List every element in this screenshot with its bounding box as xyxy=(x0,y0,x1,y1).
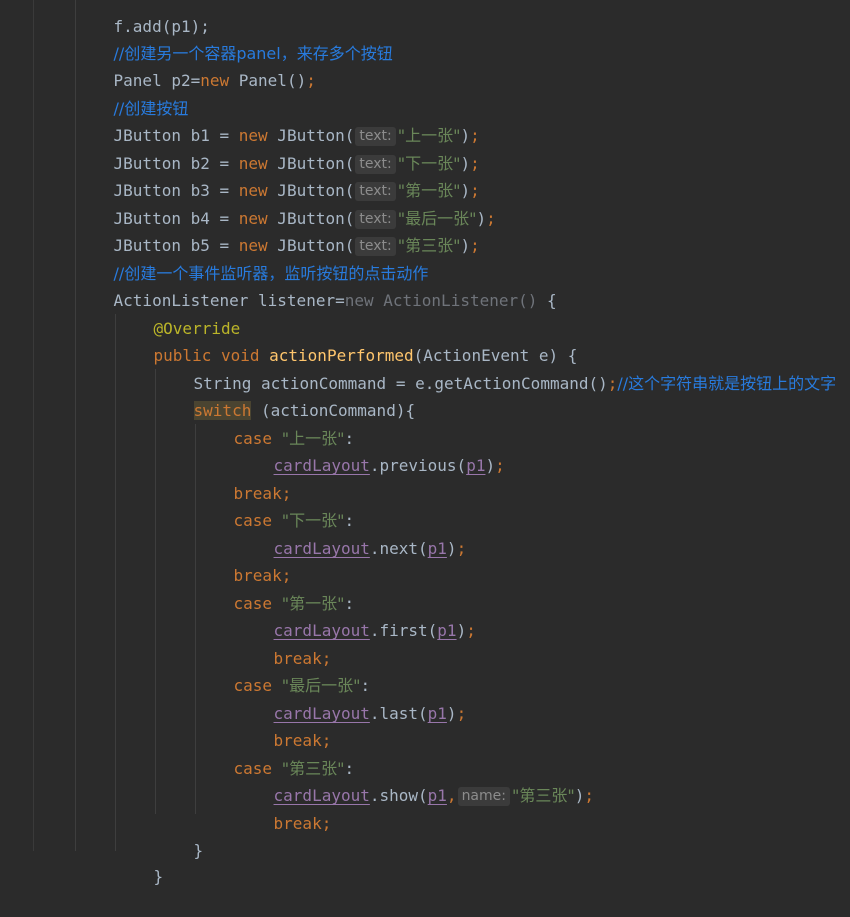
code-line: cardLayout.previous(p1); xyxy=(235,425,505,475)
code-text: ) xyxy=(446,539,457,558)
semicolon: ; xyxy=(456,539,467,558)
semicolon: ; xyxy=(306,71,316,90)
code-line: JButton b3 = new JButton(text: "第一张"); xyxy=(75,150,480,201)
keyword: new xyxy=(344,291,374,310)
keyword: break xyxy=(273,814,322,833)
code-text: ) xyxy=(460,236,471,255)
code-text: Panel() xyxy=(229,71,307,90)
code-line: case "下一张": xyxy=(195,480,355,530)
code-line: break; xyxy=(195,535,292,585)
keyword: new xyxy=(200,71,230,90)
semicolon: ; xyxy=(321,814,332,833)
code-line: //创建一个事件监听器，监听按钮的点击动作 xyxy=(75,233,429,283)
code-line: JButton b4 = new JButton(text: "最后一张"); xyxy=(75,178,496,229)
code-text: ) xyxy=(485,456,496,475)
code-line: break; xyxy=(235,700,332,750)
code-line: JButton b1 = new JButton(text: "上一张"); xyxy=(75,95,480,146)
field-reference: p1 xyxy=(427,539,447,558)
code-line: JButton b5 = new JButton(text: "第三张"); xyxy=(75,205,480,256)
code-editor[interactable]: f.add(p1); //创建另一个容器panel，来存多个按钮 Panel p… xyxy=(0,0,850,886)
string-literal: "第三张" xyxy=(511,786,575,805)
code-line: //创建按钮 xyxy=(75,68,189,118)
code-line: case "上一张": xyxy=(195,398,355,448)
semicolon: ; xyxy=(584,786,594,805)
code-text: ) xyxy=(574,786,585,805)
code-line: case "最后一张": xyxy=(195,645,371,695)
code-line: ActionListener listener=new ActionListen… xyxy=(75,260,557,310)
code-comment: //这个字符串就是按钮上的文字 xyxy=(617,374,837,393)
code-line: break; xyxy=(195,453,292,503)
field-reference: p1 xyxy=(466,456,486,475)
semicolon: ; xyxy=(466,621,476,640)
code-line: cardLayout.next(p1); xyxy=(235,508,467,558)
code-line: switch (actionCommand){ xyxy=(155,370,415,420)
code-line: cardLayout.show(p1, name: "第三张"); xyxy=(235,755,594,806)
semicolon: ; xyxy=(456,704,467,723)
code-line: case "第三张": xyxy=(195,728,355,778)
code-line: //创建另一个容器panel，来存多个按钮 xyxy=(75,13,393,63)
code-line: case "第一张": xyxy=(195,563,355,613)
code-text: .show( xyxy=(369,786,428,805)
code-line: public void actionPerformed(ActionEvent … xyxy=(115,315,578,365)
field-reference: p1 xyxy=(437,621,457,640)
code-line: @Override xyxy=(115,288,241,338)
code-text: .first( xyxy=(369,621,438,640)
field-reference: p1 xyxy=(427,786,447,805)
parameter-hint: name: xyxy=(457,787,510,806)
code-line: cardLayout.first(p1); xyxy=(235,590,476,640)
code-line: break; xyxy=(235,783,332,833)
comma: , xyxy=(446,786,457,805)
code-line: } xyxy=(115,836,164,886)
code-text: .last( xyxy=(369,704,428,723)
code-text: ) xyxy=(446,704,457,723)
code-line: } xyxy=(155,810,204,860)
code-line: Panel p2=new Panel(); xyxy=(75,40,316,90)
code-line: f.add(p1); xyxy=(75,0,210,36)
code-text: } xyxy=(153,867,164,886)
semicolon: ; xyxy=(495,456,505,475)
code-text: .previous( xyxy=(369,456,467,475)
code-text: { xyxy=(537,291,557,310)
code-line: String actionCommand = e.getActionComman… xyxy=(155,343,837,393)
semicolon: ; xyxy=(607,374,618,393)
code-line: cardLayout.last(p1); xyxy=(235,673,467,723)
code-line: JButton b2 = new JButton(text: "下一张"); xyxy=(75,123,480,174)
semicolon: ; xyxy=(470,236,480,255)
code-text: ) xyxy=(456,621,467,640)
code-text: ActionListener() xyxy=(373,291,538,310)
semicolon: ; xyxy=(486,209,496,228)
code-line: break; xyxy=(235,618,332,668)
gutter-divider xyxy=(33,0,34,851)
field-reference: p1 xyxy=(427,704,447,723)
code-text: .next( xyxy=(369,539,428,558)
